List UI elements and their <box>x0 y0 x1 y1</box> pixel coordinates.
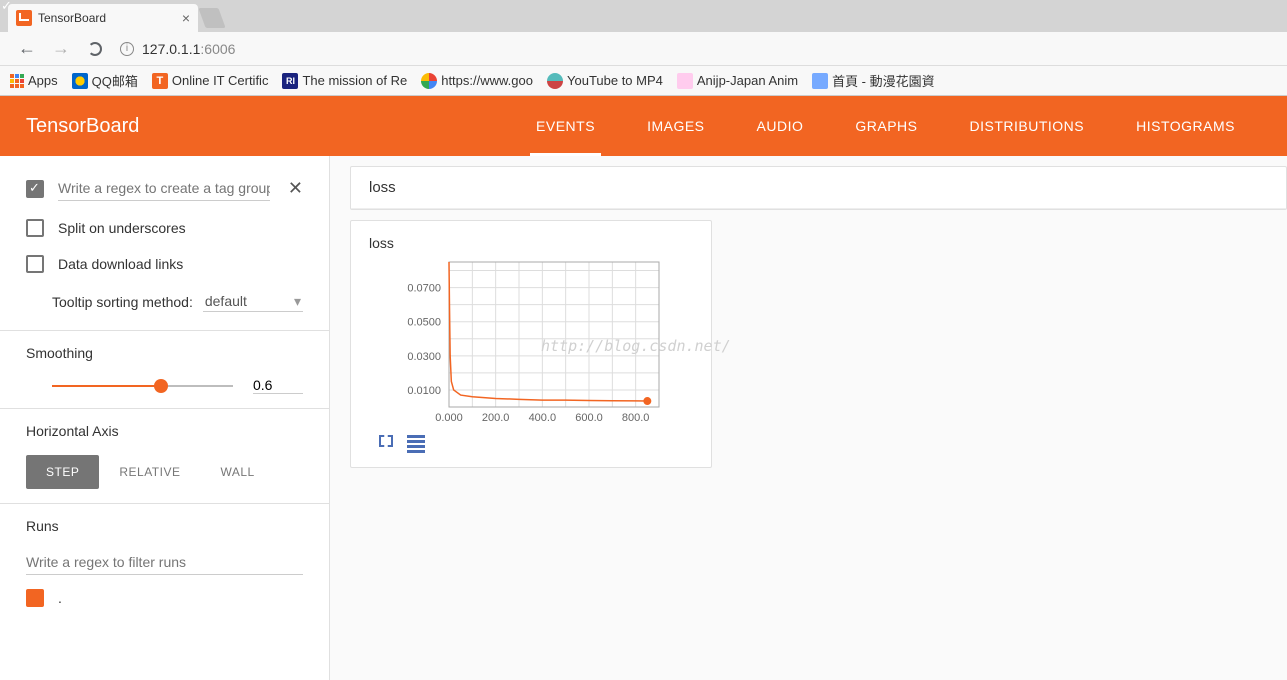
browser-tab[interactable]: TensorBoard × <box>8 4 198 32</box>
svg-text:800.0: 800.0 <box>622 412 650 424</box>
reload-button[interactable] <box>88 42 102 56</box>
tag-group-checkbox[interactable] <box>26 180 44 198</box>
loss-chart[interactable]: 0.0100 0.0300 0.0500 0.0700 0.000 200.0 400.0 6… <box>369 257 669 427</box>
haxis-relative[interactable]: RELATIVE <box>99 455 200 489</box>
smoothing-label: Smoothing <box>26 345 303 361</box>
divider <box>0 503 329 504</box>
bookmark-qq[interactable]: QQ邮箱 <box>72 71 138 90</box>
svg-text:200.0: 200.0 <box>482 412 510 424</box>
smoothing-slider[interactable] <box>52 385 233 387</box>
url-host: 127.0.1.1 <box>142 41 200 57</box>
smoothing-value-input[interactable] <box>253 377 303 394</box>
nav-images[interactable]: IMAGES <box>621 96 730 156</box>
split-label: Split on underscores <box>58 220 186 236</box>
nav-histograms[interactable]: HISTOGRAMS <box>1110 96 1261 156</box>
bookmarks-bar: Apps QQ邮箱 TOnline IT Certific RIThe miss… <box>0 66 1287 96</box>
runs-label: Runs <box>26 518 303 534</box>
haxis-wall[interactable]: WALL <box>200 455 274 489</box>
url-port: :6006 <box>200 41 235 57</box>
bookmark-it[interactable]: TOnline IT Certific <box>152 73 269 89</box>
nav-distributions[interactable]: DISTRIBUTIONS <box>944 96 1111 156</box>
sidebar: ✕ Split on underscores Data download lin… <box>0 156 330 680</box>
divider <box>0 330 329 331</box>
download-links-checkbox[interactable] <box>26 255 44 273</box>
tab-title: TensorBoard <box>38 11 106 25</box>
tag-regex-input[interactable] <box>58 176 270 201</box>
new-tab-button[interactable] <box>198 8 225 28</box>
divider <box>0 408 329 409</box>
apps-icon <box>10 74 24 88</box>
download-label: Data download links <box>58 256 183 272</box>
close-tab-icon[interactable]: × <box>182 10 190 26</box>
svg-text:0.0300: 0.0300 <box>407 351 441 363</box>
qq-icon <box>72 73 88 89</box>
tooltip-label: Tooltip sorting method: <box>52 294 193 310</box>
svg-text:0.0100: 0.0100 <box>407 385 441 397</box>
svg-text:400.0: 400.0 <box>529 412 557 424</box>
bookmark-google[interactable]: https://www.goo <box>421 73 533 89</box>
haxis-buttons: STEPRELATIVEWALL <box>26 455 303 489</box>
info-icon[interactable]: i <box>120 42 134 56</box>
bookmark-mission[interactable]: RIThe mission of Re <box>282 73 407 89</box>
google-icon <box>421 73 437 89</box>
app-nav: EVENTSIMAGESAUDIOGRAPHSDISTRIBUTIONSHIST… <box>510 96 1261 156</box>
ri-icon: RI <box>282 73 298 89</box>
nav-audio[interactable]: AUDIO <box>731 96 830 156</box>
bookmark-dmhy[interactable]: 首頁 - 動漫花園資 <box>812 71 935 90</box>
haxis-label: Horizontal Axis <box>26 423 303 439</box>
toggle-lines-icon[interactable] <box>407 435 425 453</box>
address-bar[interactable]: i 127.0.1.1:6006 <box>120 41 1277 57</box>
runs-filter-input[interactable] <box>26 550 303 575</box>
svg-text:0.0500: 0.0500 <box>407 317 441 329</box>
split-underscores-checkbox[interactable] <box>26 219 44 237</box>
expand-icon[interactable] <box>379 435 393 447</box>
dmhy-icon <box>812 73 828 89</box>
svg-text:0.000: 0.000 <box>435 412 463 424</box>
svg-text:600.0: 600.0 <box>575 412 603 424</box>
convert-icon <box>547 73 563 89</box>
nav-events[interactable]: EVENTS <box>510 96 621 156</box>
anime-icon <box>677 73 693 89</box>
tensorboard-favicon <box>16 10 32 26</box>
clear-regex-icon[interactable]: ✕ <box>288 178 303 199</box>
tag-group-card: loss <box>350 166 1287 210</box>
app-header: TensorBoard EVENTSIMAGESAUDIOGRAPHSDISTR… <box>0 96 1287 156</box>
slider-thumb[interactable] <box>154 379 168 393</box>
group-title[interactable]: loss <box>351 167 1286 209</box>
tooltip-select[interactable]: default <box>203 291 303 312</box>
chart-title: loss <box>369 235 693 251</box>
content-area: loss loss 0.0100 0.0300 0.0500 0.0700 0.000 2… <box>330 156 1287 680</box>
svg-text:0.0700: 0.0700 <box>407 283 441 295</box>
app-title: TensorBoard <box>26 115 139 138</box>
run-checkbox[interactable] <box>26 589 44 607</box>
apps-button[interactable]: Apps <box>10 73 58 88</box>
forward-button[interactable]: → <box>44 38 78 59</box>
haxis-step[interactable]: STEP <box>26 455 99 489</box>
back-button[interactable]: ← <box>10 38 44 59</box>
nav-graphs[interactable]: GRAPHS <box>829 96 943 156</box>
bookmark-youtube[interactable]: YouTube to MP4 <box>547 73 663 89</box>
t-icon: T <box>152 73 168 89</box>
chart-card: loss 0.0100 0.0300 0.0500 0.0700 0.000 200.0 4… <box>351 221 711 467</box>
bookmark-anijp[interactable]: Anijp-Japan Anim <box>677 73 798 89</box>
run-name: . <box>58 590 62 606</box>
